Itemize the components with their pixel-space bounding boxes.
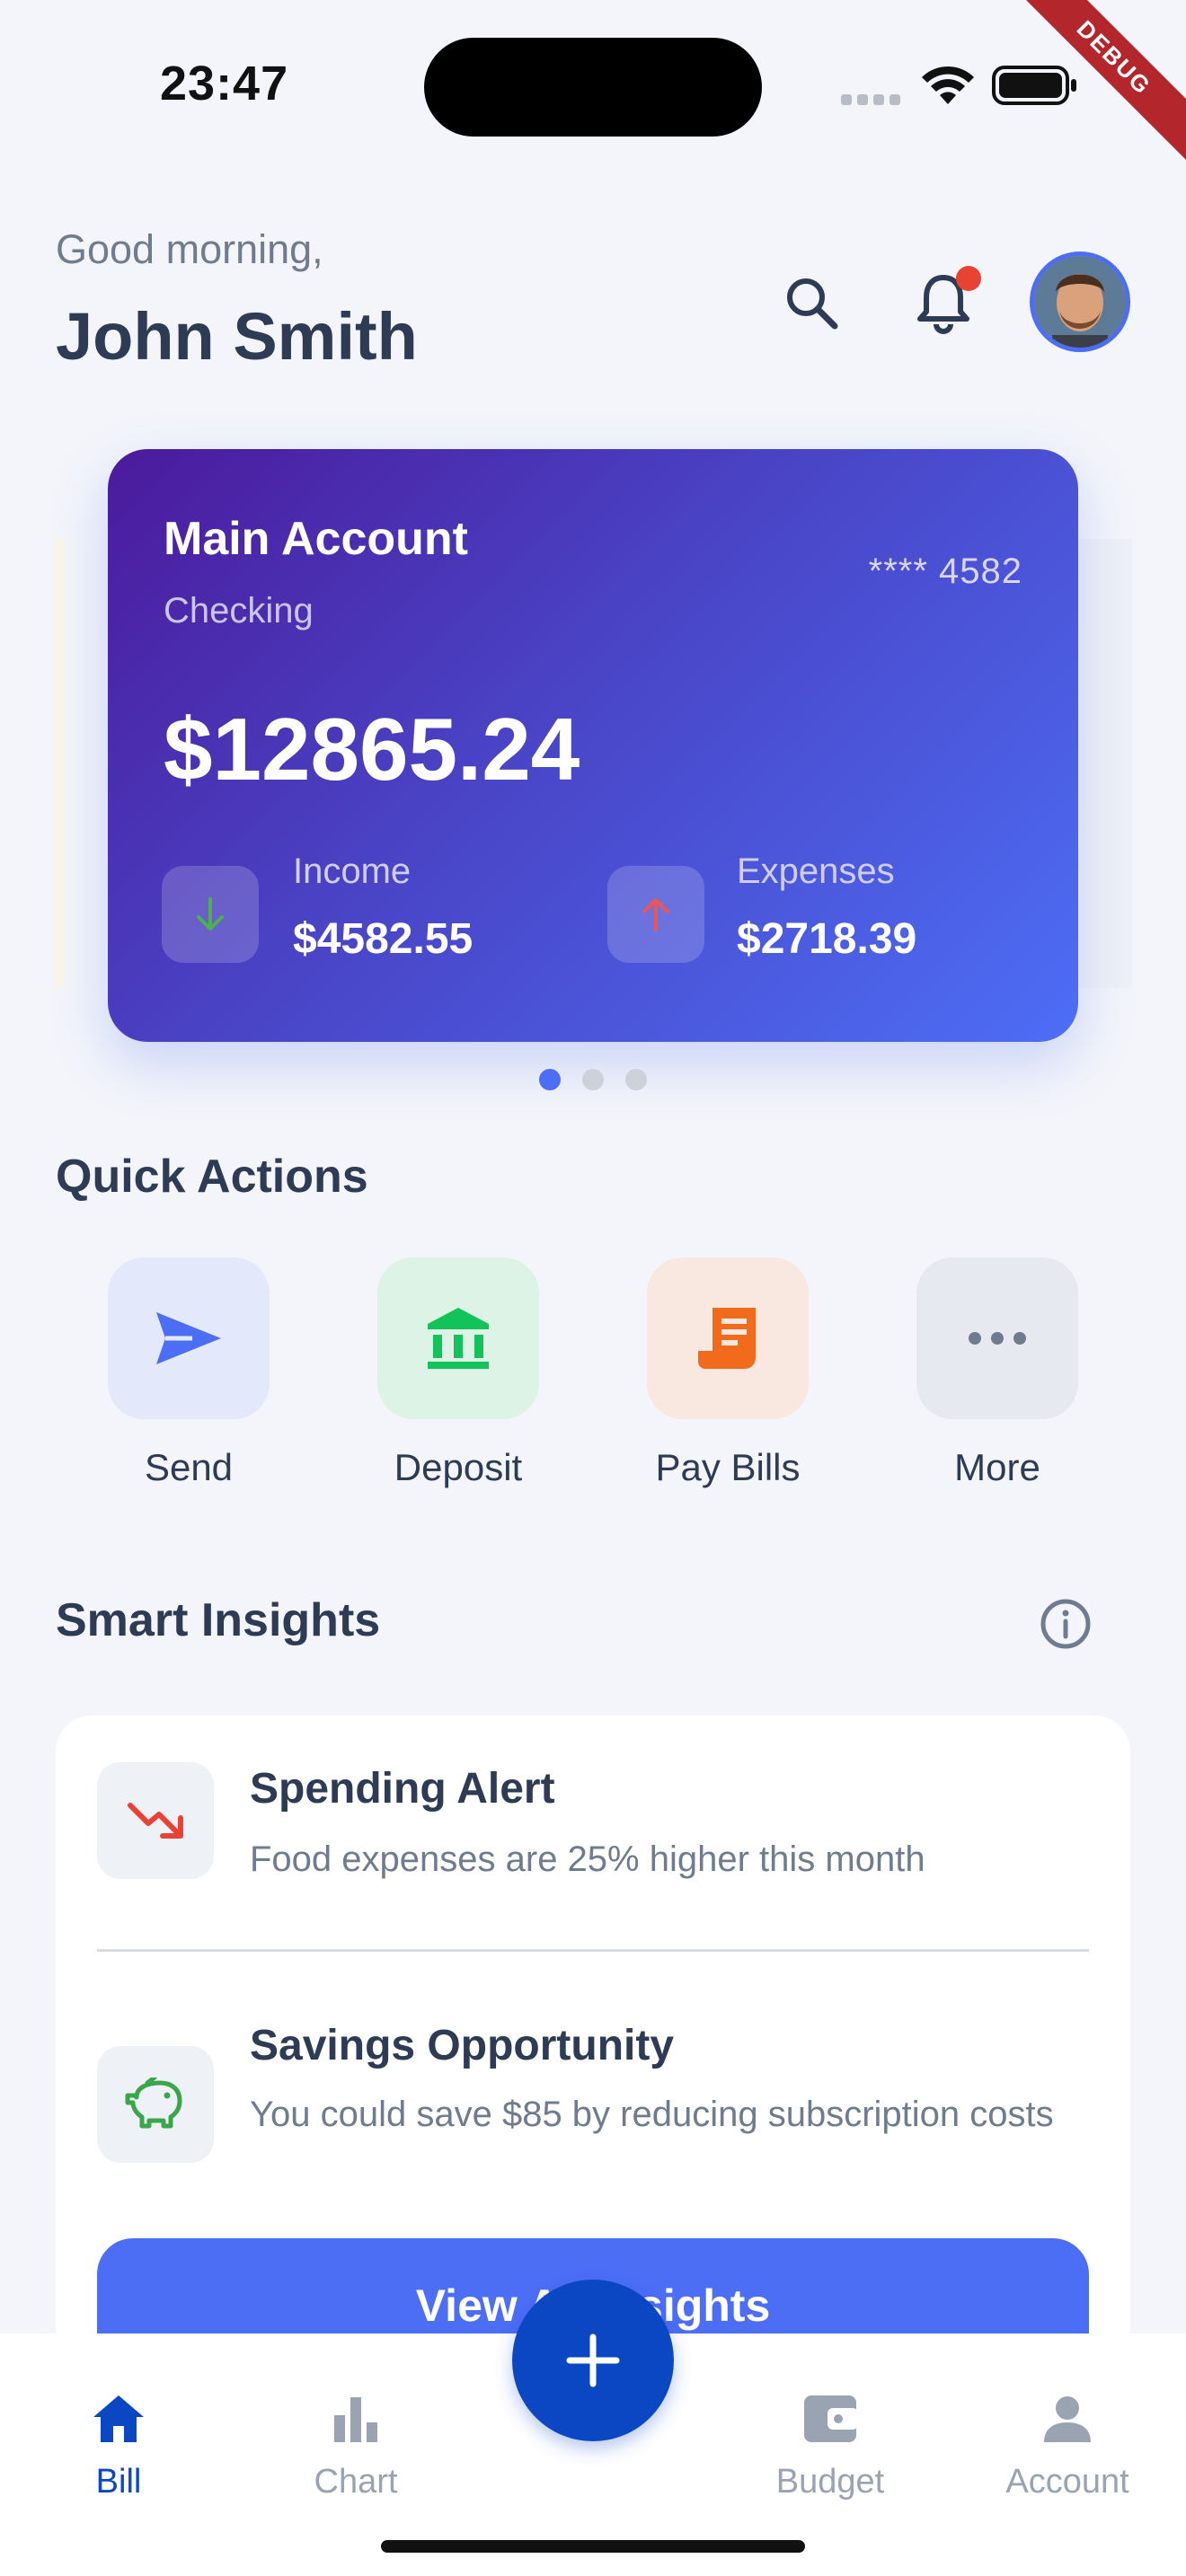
quick-actions-title: Quick Actions <box>56 1151 368 1203</box>
send-label: Send <box>144 1446 234 1488</box>
savings-icon-box <box>97 2046 214 2163</box>
savings-opportunity-description: You could save $85 by reducing subscript… <box>250 2095 1054 2134</box>
status-time: 23:47 <box>160 57 289 110</box>
pay-bills-label: Pay Bills <box>655 1446 801 1488</box>
income-icon-box <box>162 866 259 963</box>
spending-alert-title: Spending Alert <box>250 1765 555 1813</box>
deposit-icon-box <box>377 1257 539 1419</box>
income-value: $4582.55 <box>293 915 474 963</box>
account-balance: $12865.24 <box>164 700 580 798</box>
battery-icon <box>992 66 1076 105</box>
add-button[interactable] <box>512 2280 674 2441</box>
nav-item-account[interactable]: Account <box>978 2387 1157 2501</box>
receipt-icon <box>698 1308 756 1369</box>
spending-alert-icon-box <box>97 1762 214 1879</box>
send-icon-box <box>108 1257 270 1419</box>
send-icon <box>156 1312 221 1364</box>
search-button[interactable] <box>774 266 850 341</box>
expenses-value: $2718.39 <box>737 915 917 963</box>
nav-item-bill[interactable]: Bill <box>29 2387 208 2501</box>
carousel-dot-1[interactable] <box>539 1069 561 1090</box>
greeting-text: Good morning, <box>56 226 323 272</box>
trending-down-icon <box>128 1803 183 1839</box>
cellular-signal-icon <box>841 93 906 110</box>
quick-action-deposit[interactable]: Deposit <box>377 1257 539 1489</box>
plus-icon <box>566 2333 620 2387</box>
nav-label-account: Account <box>1005 2463 1129 2501</box>
pay-bills-icon-box <box>647 1257 809 1419</box>
expenses-label: Expenses <box>737 851 895 891</box>
wallet-icon <box>804 2395 858 2442</box>
quick-action-pay-bills[interactable]: Pay Bills <box>647 1257 809 1489</box>
person-icon <box>1044 2396 1091 2442</box>
wifi-icon <box>922 66 974 104</box>
income-label: Income <box>293 851 412 891</box>
insights-title: Smart Insights <box>56 1594 381 1646</box>
carousel-indicator[interactable] <box>539 1069 668 1095</box>
home-icon <box>93 2395 144 2442</box>
savings-opportunity-title: Savings Opportunity <box>250 2022 675 2069</box>
account-number: **** 4582 <box>868 551 1022 591</box>
carousel-dot-3[interactable] <box>625 1069 647 1090</box>
arrow-down-icon <box>197 897 224 931</box>
bank-icon <box>428 1308 489 1369</box>
carousel-dot-2[interactable] <box>582 1069 604 1090</box>
piggy-bank-icon <box>125 2078 182 2129</box>
dynamic-island <box>424 38 762 137</box>
avatar-photo <box>1034 256 1126 348</box>
nav-label-chart: Chart <box>314 2463 398 2501</box>
deposit-label: Deposit <box>394 1446 523 1488</box>
account-card[interactable]: Main Account Checking **** 4582 $12865.2… <box>108 449 1078 1042</box>
quick-action-more[interactable]: More <box>916 1257 1078 1489</box>
info-icon[interactable] <box>1039 1597 1093 1651</box>
spending-alert-description: Food expenses are 25% higher this month <box>250 1839 925 1879</box>
quick-action-send[interactable]: Send <box>108 1257 270 1489</box>
insights-divider <box>97 1949 1089 1952</box>
carousel-next-peek <box>1078 539 1132 988</box>
nav-item-budget[interactable]: Budget <box>740 2387 920 2501</box>
more-label: More <box>954 1446 1040 1488</box>
account-title: Main Account <box>164 513 468 565</box>
nav-item-chart[interactable]: Chart <box>266 2387 446 2501</box>
account-type: Checking <box>164 591 314 631</box>
nav-label-bill: Bill <box>95 2463 142 2501</box>
search-icon <box>787 278 838 330</box>
home-indicator <box>381 2540 805 2553</box>
more-icon-box <box>916 1257 1078 1419</box>
more-icon <box>969 1332 1026 1345</box>
insights-card: Spending Alert Food expenses are 25% hig… <box>56 1716 1130 2382</box>
bar-chart-icon <box>334 2397 377 2442</box>
avatar[interactable] <box>1030 251 1130 352</box>
carousel-prev-peek <box>54 539 65 988</box>
expenses-icon-box <box>607 866 704 963</box>
notification-badge <box>956 266 981 291</box>
nav-label-budget: Budget <box>775 2463 885 2501</box>
arrow-up-icon <box>642 898 669 931</box>
user-name: John Smith <box>56 299 418 374</box>
